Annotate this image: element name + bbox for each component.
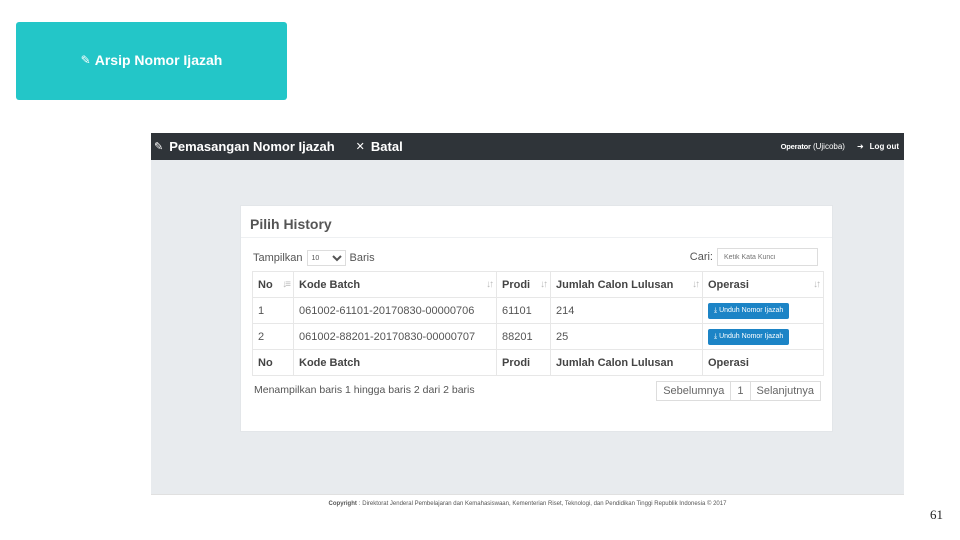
- nav-batal-label: Batal: [370, 139, 403, 154]
- length-control: Tampilkan 10 Baris: [253, 250, 375, 266]
- close-icon: ✕: [355, 141, 365, 153]
- cell-prodi: 88201: [496, 323, 551, 350]
- search-label: Cari:: [689, 251, 713, 263]
- column-header-no[interactable]: No ↓≡: [252, 271, 294, 298]
- table-info: Menampilkan baris 1 hingga baris 2 dari …: [254, 384, 475, 396]
- sort-icon: ↓↑: [692, 279, 700, 290]
- footer-kode-batch: Kode Batch: [293, 349, 497, 376]
- divider: [241, 237, 832, 238]
- column-header-operasi[interactable]: Operasi ↓↑: [702, 271, 824, 298]
- table-footer-row: No Kode Batch Prodi Jumlah Calon Lulusan…: [252, 349, 824, 376]
- table-row: 2 061002-88201-20170830-00000707 88201 2…: [252, 323, 824, 350]
- download-icon: ⤓: [714, 332, 718, 340]
- user-name: Operator: [780, 142, 811, 151]
- pagination-page[interactable]: 1: [730, 381, 751, 401]
- download-button[interactable]: ⤓ Unduh Nomor Ijazah: [708, 302, 790, 319]
- cell-jumlah: 214: [550, 297, 703, 324]
- logout-icon: ➜: [856, 142, 864, 151]
- pencil-icon: ✎: [154, 141, 164, 153]
- download-icon: ⤓: [714, 306, 718, 314]
- top-navbar: ✎ Pemasangan Nomor Ijazah ✕ Batal Operat…: [151, 133, 904, 160]
- search-control: Cari:: [690, 248, 818, 266]
- table-header-row: No ↓≡ Kode Batch ↓↑ Prodi ↓↑ Jumlah Calon L…: [252, 271, 824, 298]
- user-suffix: (Ujicoba): [812, 142, 845, 151]
- download-button[interactable]: ⤓ Unduh Nomor Ijazah: [708, 328, 790, 345]
- history-table: No ↓≡ Kode Batch ↓↑ Prodi ↓↑ Jumlah Calon L…: [252, 271, 824, 376]
- column-header-prodi[interactable]: Prodi ↓↑: [496, 271, 551, 298]
- column-header-kode-batch[interactable]: Kode Batch ↓↑: [293, 271, 497, 298]
- cell-no: 2: [252, 323, 294, 350]
- cell-prodi: 61101: [496, 297, 551, 324]
- copyright-text: Direktorat Jenderal Pembelajaran dan Kem…: [362, 500, 727, 507]
- cell-kode-batch: 061002-88201-20170830-00000707: [293, 323, 497, 350]
- cell-jumlah: 25: [550, 323, 703, 350]
- slide: ✎ Arsip Nomor Ijazah ✎ Pemasangan Nomor …: [0, 0, 960, 540]
- title-banner: ✎ Arsip Nomor Ijazah: [16, 22, 287, 100]
- copyright-footer: Copyright: Direktorat Jenderal Pembelaja…: [151, 494, 904, 512]
- pencil-icon: ✎: [80, 53, 91, 67]
- table-row: 1 061002-61101-20170830-00000706 61101 2…: [252, 297, 824, 324]
- logout-link[interactable]: ➜ Log out: [857, 142, 899, 151]
- navbar-right: Operator (Ujicoba) ➜ Log out: [781, 133, 899, 160]
- column-header-jumlah[interactable]: Jumlah Calon Lulusan ↓↑: [550, 271, 703, 298]
- cell-kode-batch: 061002-61101-20170830-00000706: [293, 297, 497, 324]
- sort-icon: ↓↑: [486, 279, 494, 290]
- footer-no: No: [252, 349, 294, 376]
- length-label-post: Baris: [349, 252, 375, 264]
- copyright-label: Copyright: [328, 500, 357, 507]
- pagination-next[interactable]: Selanjutnya: [749, 381, 821, 401]
- cell-operasi: ⤓ Unduh Nomor Ijazah: [702, 297, 824, 324]
- slide-title: Arsip Nomor Ijazah: [94, 52, 223, 68]
- cell-operasi: ⤓ Unduh Nomor Ijazah: [702, 323, 824, 350]
- footer-jumlah: Jumlah Calon Lulusan: [550, 349, 703, 376]
- cell-no: 1: [252, 297, 294, 324]
- logout-label: Log out: [869, 142, 899, 151]
- sort-icon: ↓↑: [813, 279, 821, 290]
- history-panel: Pilih History Tampilkan 10 Baris Cari: N…: [240, 205, 833, 432]
- length-label-pre: Tampilkan: [253, 252, 303, 264]
- search-input[interactable]: [717, 248, 818, 266]
- footer-operasi: Operasi: [702, 349, 824, 376]
- nav-batal[interactable]: ✕ Batal: [356, 139, 403, 154]
- nav-pemasangan[interactable]: ✎ Pemasangan Nomor Ijazah: [154, 139, 335, 154]
- footer-prodi: Prodi: [496, 349, 551, 376]
- nav-pemasangan-label: Pemasangan Nomor Ijazah: [169, 139, 335, 154]
- pagination: Sebelumnya 1 Selanjutnya: [656, 381, 821, 401]
- app-screenshot: ✎ Pemasangan Nomor Ijazah ✕ Batal Operat…: [151, 133, 904, 512]
- length-select[interactable]: 10: [306, 250, 346, 266]
- sort-icon: ↓≡: [282, 279, 291, 290]
- panel-title: Pilih History: [250, 216, 332, 232]
- pagination-prev[interactable]: Sebelumnya: [656, 381, 732, 401]
- page-number: 61: [930, 507, 943, 522]
- sort-icon: ↓↑: [540, 279, 548, 290]
